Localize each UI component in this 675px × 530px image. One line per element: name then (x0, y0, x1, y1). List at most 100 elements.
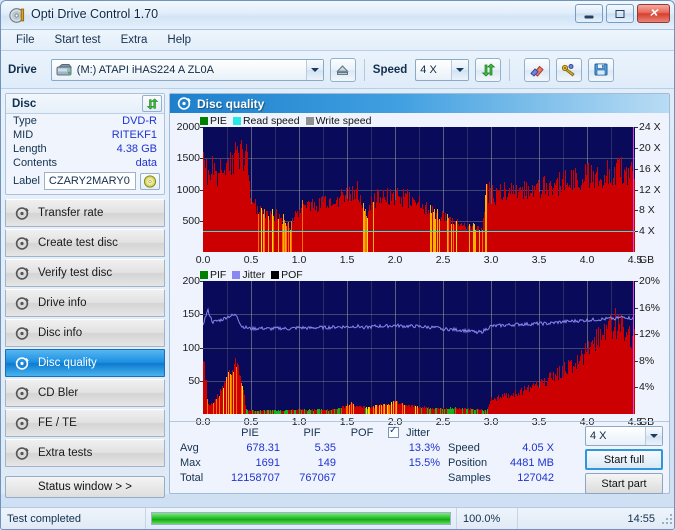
x-axis-unit: GB (639, 254, 655, 266)
jitter-checkbox[interactable] (388, 425, 399, 439)
menu-item-extra[interactable]: Extra (112, 32, 157, 48)
start-part-button[interactable]: Start part (585, 473, 663, 494)
disc-icon (15, 326, 29, 340)
test-speed-value: 4 X (590, 430, 607, 442)
sidebar-item-disc-info[interactable]: Disc info (5, 319, 165, 347)
y-tick-left: 1000 (176, 183, 200, 196)
info-value-samples: 127042 (517, 471, 554, 484)
tools-button[interactable] (556, 57, 583, 82)
y-tick-right: 20 X (639, 141, 661, 154)
menu-item-help[interactable]: Help (158, 32, 200, 48)
close-button[interactable]: ✕ (637, 4, 670, 23)
disc-label-button[interactable] (140, 172, 160, 190)
y-tick-right: 20% (639, 275, 661, 287)
minimize-icon (584, 15, 594, 18)
stats-table: PIE PIF POF Jitter Avg 67 (176, 425, 558, 485)
y-tick-right: 8 X (639, 204, 655, 217)
stats-total-pof (340, 470, 384, 485)
y-tick-left: 50 (188, 374, 200, 387)
y-tick-left: 150 (182, 308, 200, 321)
stats-actions: 4 X Start full Start part (585, 426, 663, 494)
y-tick-right: 12% (639, 328, 661, 341)
drive-select[interactable]: (M:) ATAPI iHAS224 A ZL0A (50, 58, 324, 81)
sidebar: Disc Type DVD-R MID RITEKF1 Length 4.38 … (1, 89, 169, 498)
stats-col-jitter: Jitter (384, 425, 444, 440)
status-window-button[interactable]: Status window > > (5, 476, 165, 498)
title-bar: Opti Drive Control 1.70 ✕ (1, 1, 674, 30)
menu-item-file[interactable]: File (7, 32, 44, 48)
disc-info-key: MID (13, 129, 34, 141)
disc-panel: Disc Type DVD-R MID RITEKF1 Length 4.38 … (5, 93, 165, 195)
sidebar-item-drive-info[interactable]: Drive info (5, 289, 165, 317)
stats-total-pif: 767067 (299, 471, 336, 484)
test-speed-select[interactable]: 4 X (585, 426, 663, 446)
tools-icon (562, 63, 576, 77)
disc-info-row-contents: Contents data (6, 156, 164, 170)
eject-button[interactable] (329, 57, 356, 82)
sidebar-item-disc-quality[interactable]: Disc quality (5, 349, 165, 377)
disc-refresh-button[interactable] (142, 95, 162, 112)
chevron-down-icon[interactable] (645, 427, 662, 445)
disc-icon (15, 296, 29, 310)
y-tick-right: 4% (639, 381, 655, 394)
chart-top-plot (203, 127, 635, 252)
disc-icon (15, 266, 29, 280)
test-list: Transfer rate Create test disc Verify te… (5, 199, 165, 467)
stats-row-label: Total (180, 471, 204, 484)
stats-col-pie: PIE (241, 426, 259, 439)
stats-max-pif: 149 (317, 456, 336, 469)
stats-max-jitter: 15.5% (408, 456, 440, 469)
disc-icon (177, 97, 191, 110)
main-body: Disc Type DVD-R MID RITEKF1 Length 4.38 … (1, 89, 674, 498)
info-key-samples: Samples (448, 471, 491, 484)
disc-label-input[interactable]: CZARY2MARY0 (43, 172, 136, 190)
chevron-down-icon[interactable] (451, 59, 469, 80)
eraser-button[interactable] (524, 57, 551, 82)
resize-grip[interactable] (661, 513, 673, 525)
sidebar-item-transfer-rate[interactable]: Transfer rate (5, 199, 165, 227)
y-tick-right: 12 X (639, 183, 661, 196)
sidebar-item-label: FE / TE (38, 417, 77, 429)
sidebar-item-extra-tests[interactable]: Extra tests (5, 439, 165, 467)
menu-bar: File Start test Extra Help (1, 30, 674, 51)
stats-total-jitter (384, 470, 444, 485)
x-tick: 1.5 (339, 254, 355, 266)
disc-info-key: Type (13, 115, 37, 127)
refresh-icon (481, 63, 496, 76)
sidebar-item-create-test-disc[interactable]: Create test disc (5, 229, 165, 257)
y-tick-right: 8% (639, 354, 655, 367)
info-value-position: 4481 MB (509, 456, 554, 469)
chevron-down-icon[interactable] (305, 59, 323, 80)
stats-row-label: Max (180, 456, 201, 469)
pane-title: Disc quality (197, 96, 265, 111)
y-tick-left: 100 (182, 341, 200, 354)
x-tick: 1.0 (291, 254, 307, 266)
disc-icon (15, 416, 29, 430)
disc-icon (143, 174, 157, 188)
disc-icon (15, 446, 29, 460)
start-full-button[interactable]: Start full (585, 449, 663, 470)
disc-info-key: Length (13, 143, 47, 155)
speed-label: Speed (372, 63, 408, 76)
stats-total-pie: 12158707 (231, 471, 280, 484)
x-tick: 2.0 (387, 254, 403, 266)
stats-row-total: Total 12158707 767067 Samples 127042 (176, 470, 558, 485)
speed-value: 4 X (420, 63, 437, 76)
eject-icon (336, 64, 349, 75)
refresh-button[interactable] (475, 57, 502, 82)
menu-item-start-test[interactable]: Start test (46, 32, 110, 48)
minimize-button[interactable] (575, 4, 603, 23)
speed-select[interactable]: 4 X (415, 58, 470, 81)
disc-panel-title: Disc (12, 97, 37, 110)
sidebar-item-cd-bler[interactable]: CD Bler (5, 379, 165, 407)
y-tick-left: 500 (182, 214, 200, 227)
sidebar-item-fe-te[interactable]: FE / TE (5, 409, 165, 437)
chart-bottom-plot (203, 281, 635, 414)
save-button[interactable] (588, 57, 615, 82)
maximize-button[interactable] (606, 4, 634, 23)
sidebar-item-label: Create test disc (38, 237, 118, 249)
disc-info-value: 4.38 GB (116, 143, 157, 155)
sidebar-item-verify-test-disc[interactable]: Verify test disc (5, 259, 165, 287)
disc-info-row-type: Type DVD-R (6, 114, 164, 128)
stats-col-pif: PIF (303, 426, 321, 439)
